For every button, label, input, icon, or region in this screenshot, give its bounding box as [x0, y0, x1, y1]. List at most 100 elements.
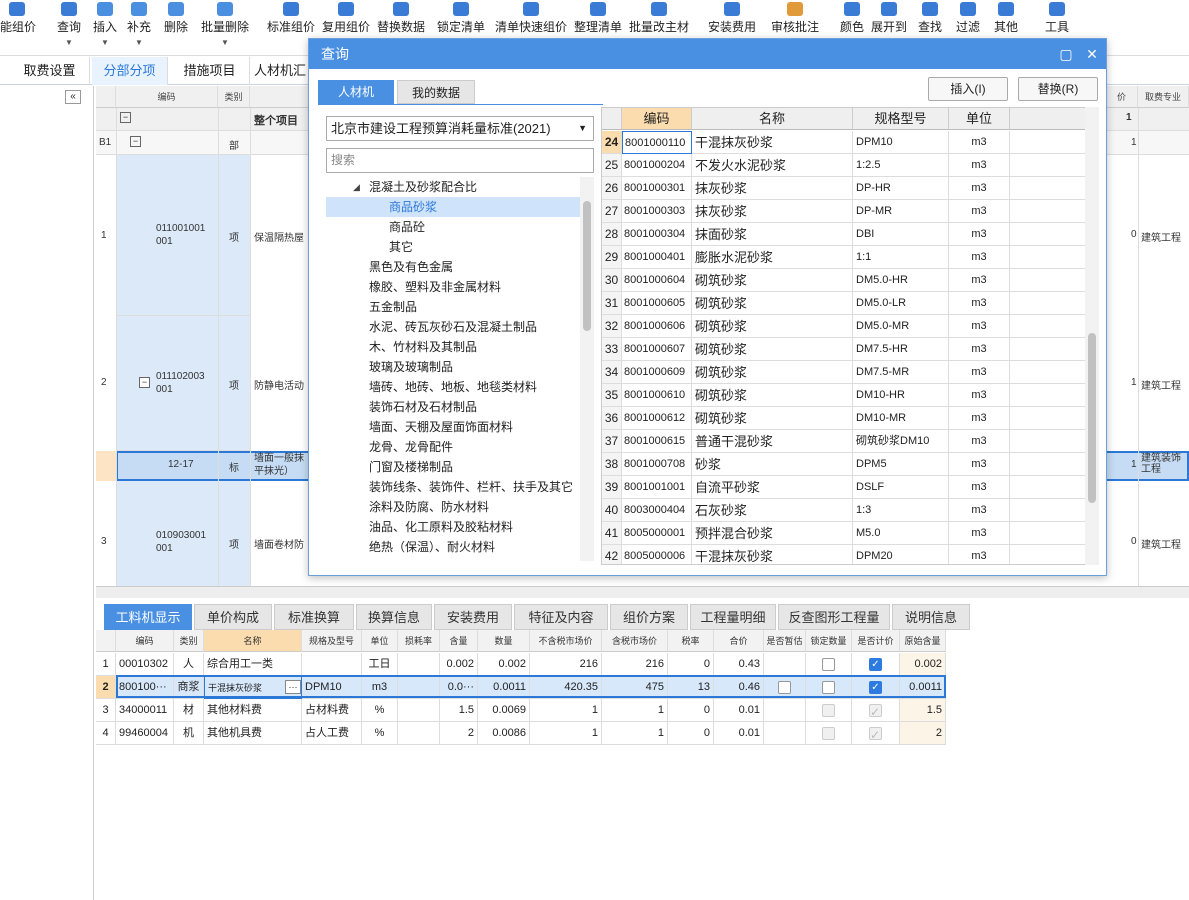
grid-cell-tax[interactable]: 0 [668, 722, 714, 745]
material-spec[interactable]: M5.0 [853, 522, 949, 545]
tree-node[interactable]: 装饰石材及石材制品 [326, 397, 580, 417]
tree-node[interactable]: 五金制品 [326, 297, 580, 317]
grid-cell-type[interactable]: 商浆 [174, 676, 204, 699]
material-code[interactable]: 8001000708 [622, 453, 692, 476]
replace-button[interactable]: 替换(R) [1018, 77, 1098, 101]
maximize-icon[interactable]: ▢ [1055, 39, 1077, 69]
collapse-toggle-icon[interactable]: − [120, 112, 131, 123]
grid-cell-type[interactable]: 机 [174, 722, 204, 745]
tree-node[interactable]: 商品砂浆 [326, 197, 580, 217]
grid-cell-unit[interactable]: % [362, 722, 398, 745]
grid-cell-code[interactable]: 34000011 [116, 699, 174, 722]
grid-cell-unit[interactable]: m3 [362, 676, 398, 699]
tree-node[interactable]: 木、竹材料及其制品 [326, 337, 580, 357]
material-unit[interactable]: m3 [949, 338, 1010, 361]
material-spec[interactable]: DM10-HR [853, 384, 949, 407]
toolbar-button[interactable]: 删除 [160, 0, 192, 56]
tab-quantity-detail[interactable]: 工程量明细 [690, 604, 776, 630]
grid-cell-price_in[interactable]: 475 [602, 676, 668, 699]
grid-cell-code[interactable]: 99460004 [116, 722, 174, 745]
tree-node[interactable]: 橡胶、塑料及非金属材料 [326, 277, 580, 297]
material-unit[interactable]: m3 [949, 430, 1010, 453]
material-code[interactable]: 8001000204 [622, 154, 692, 177]
material-code[interactable]: 8001000609 [622, 361, 692, 384]
toolbar-button[interactable]: 补充 ▼ [122, 0, 156, 56]
material-spec[interactable]: 砌筑砂浆DM10 [853, 430, 949, 453]
toolbar-button[interactable]: 能组价 [0, 0, 36, 56]
grid-cell-price_in[interactable]: 1 [602, 722, 668, 745]
insert-button[interactable]: 插入(I) [928, 77, 1008, 101]
close-icon[interactable]: ✕ [1081, 39, 1103, 69]
material-spec[interactable]: 1:2.5 [853, 154, 949, 177]
tab-install-cost[interactable]: 安装费用 [434, 604, 512, 630]
material-spec[interactable]: DM7.5-HR [853, 338, 949, 361]
material-unit[interactable]: m3 [949, 499, 1010, 522]
tree-node[interactable]: 门窗及楼梯制品 [326, 457, 580, 477]
material-name[interactable]: 自流平砂浆 [692, 476, 853, 499]
grid-cell-qty[interactable]: 0.0069 [478, 699, 530, 722]
material-unit[interactable]: m3 [949, 223, 1010, 246]
material-code[interactable]: 8001000304 [622, 223, 692, 246]
material-name[interactable]: 石灰砂浆 [692, 499, 853, 522]
grid-cell-price_ex[interactable]: 216 [530, 653, 602, 676]
material-code[interactable]: 8001000610 [622, 384, 692, 407]
material-unit[interactable]: m3 [949, 361, 1010, 384]
grid-cell-type[interactable]: 人 [174, 653, 204, 676]
grid-cell-orig[interactable]: 2 [900, 722, 946, 745]
material-code[interactable]: 8001000615 [622, 430, 692, 453]
tab-reverse-lookup[interactable]: 反查图形工程量 [778, 604, 890, 630]
tab-features[interactable]: 特征及内容 [514, 604, 608, 630]
grid-cell-code[interactable]: 800100··· [116, 676, 174, 699]
grid-cell-total[interactable]: 0.46 [714, 676, 764, 699]
grid-cell-spec[interactable]: DPM10 [302, 676, 362, 699]
toolbar-button[interactable]: 查询 ▼ [52, 0, 86, 56]
grid-cell-name[interactable]: 综合用工一类 [204, 653, 302, 676]
dialog-tab-materials[interactable]: 人材机 [318, 80, 394, 104]
material-spec[interactable]: 1:3 [853, 499, 949, 522]
material-code[interactable]: 8001000401 [622, 246, 692, 269]
material-unit[interactable]: m3 [949, 522, 1010, 545]
material-unit[interactable]: m3 [949, 200, 1010, 223]
material-code[interactable]: 8001000605 [622, 292, 692, 315]
grid-cell-spec[interactable] [302, 653, 362, 676]
table-scrollbar[interactable] [1085, 107, 1099, 565]
grid-cell-orig[interactable]: 0.0011 [900, 676, 946, 699]
tree-node[interactable]: ◢ 混凝土及砂浆配合比 [326, 177, 580, 197]
grid-cell-loss[interactable] [398, 722, 440, 745]
material-name[interactable]: 干混抹灰砂浆 [692, 545, 853, 564]
material-spec[interactable]: DPM20 [853, 545, 949, 564]
tab-fee-settings[interactable]: 取费设置 [10, 57, 90, 85]
material-spec[interactable]: DM7.5-MR [853, 361, 949, 384]
tree-node[interactable]: 绝热（保温）、耐火材料 [326, 537, 580, 557]
tab-conversion-info[interactable]: 换算信息 [356, 604, 432, 630]
grid-cell-loss[interactable] [398, 676, 440, 699]
material-unit[interactable]: m3 [949, 154, 1010, 177]
material-name[interactable]: 砌筑砂浆 [692, 315, 853, 338]
grid-cell-orig[interactable]: 1.5 [900, 699, 946, 722]
material-unit[interactable]: m3 [949, 384, 1010, 407]
tab-labor-material[interactable]: 人材机汇 [252, 57, 308, 85]
material-name[interactable]: 膨胀水泥砂浆 [692, 246, 853, 269]
material-unit[interactable]: m3 [949, 545, 1010, 564]
grid-cell-content[interactable]: 2 [440, 722, 478, 745]
checkbox-priced[interactable]: ✓ [869, 681, 882, 694]
tab-measure-items[interactable]: 措施项目 [170, 57, 250, 85]
tree-node[interactable]: 黑色及有色金属 [326, 257, 580, 277]
grid-cell-unit[interactable]: 工日 [362, 653, 398, 676]
grid-cell-content[interactable]: 0.0··· [440, 676, 478, 699]
grid-cell-spec[interactable]: 占材料费 [302, 699, 362, 722]
material-name[interactable]: 砌筑砂浆 [692, 384, 853, 407]
material-code[interactable]: 8001000301 [622, 177, 692, 200]
material-spec[interactable]: 1:1 [853, 246, 949, 269]
material-code[interactable]: 8001000604 [622, 269, 692, 292]
material-unit[interactable]: m3 [949, 407, 1010, 430]
tree-node[interactable]: 水泥、砖瓦灰砂石及混凝土制品 [326, 317, 580, 337]
grid-cell-code[interactable]: 00010302 [116, 653, 174, 676]
grid-cell-total[interactable]: 0.01 [714, 722, 764, 745]
material-code[interactable]: 8003000404 [622, 499, 692, 522]
tab-divisional-items[interactable]: 分部分项 [92, 57, 168, 85]
grid-cell-price_ex[interactable]: 420.35 [530, 676, 602, 699]
grid-cell-orig[interactable]: 0.002 [900, 653, 946, 676]
tab-unit-price[interactable]: 单价构成 [194, 604, 272, 630]
material-name[interactable]: 砂浆 [692, 453, 853, 476]
